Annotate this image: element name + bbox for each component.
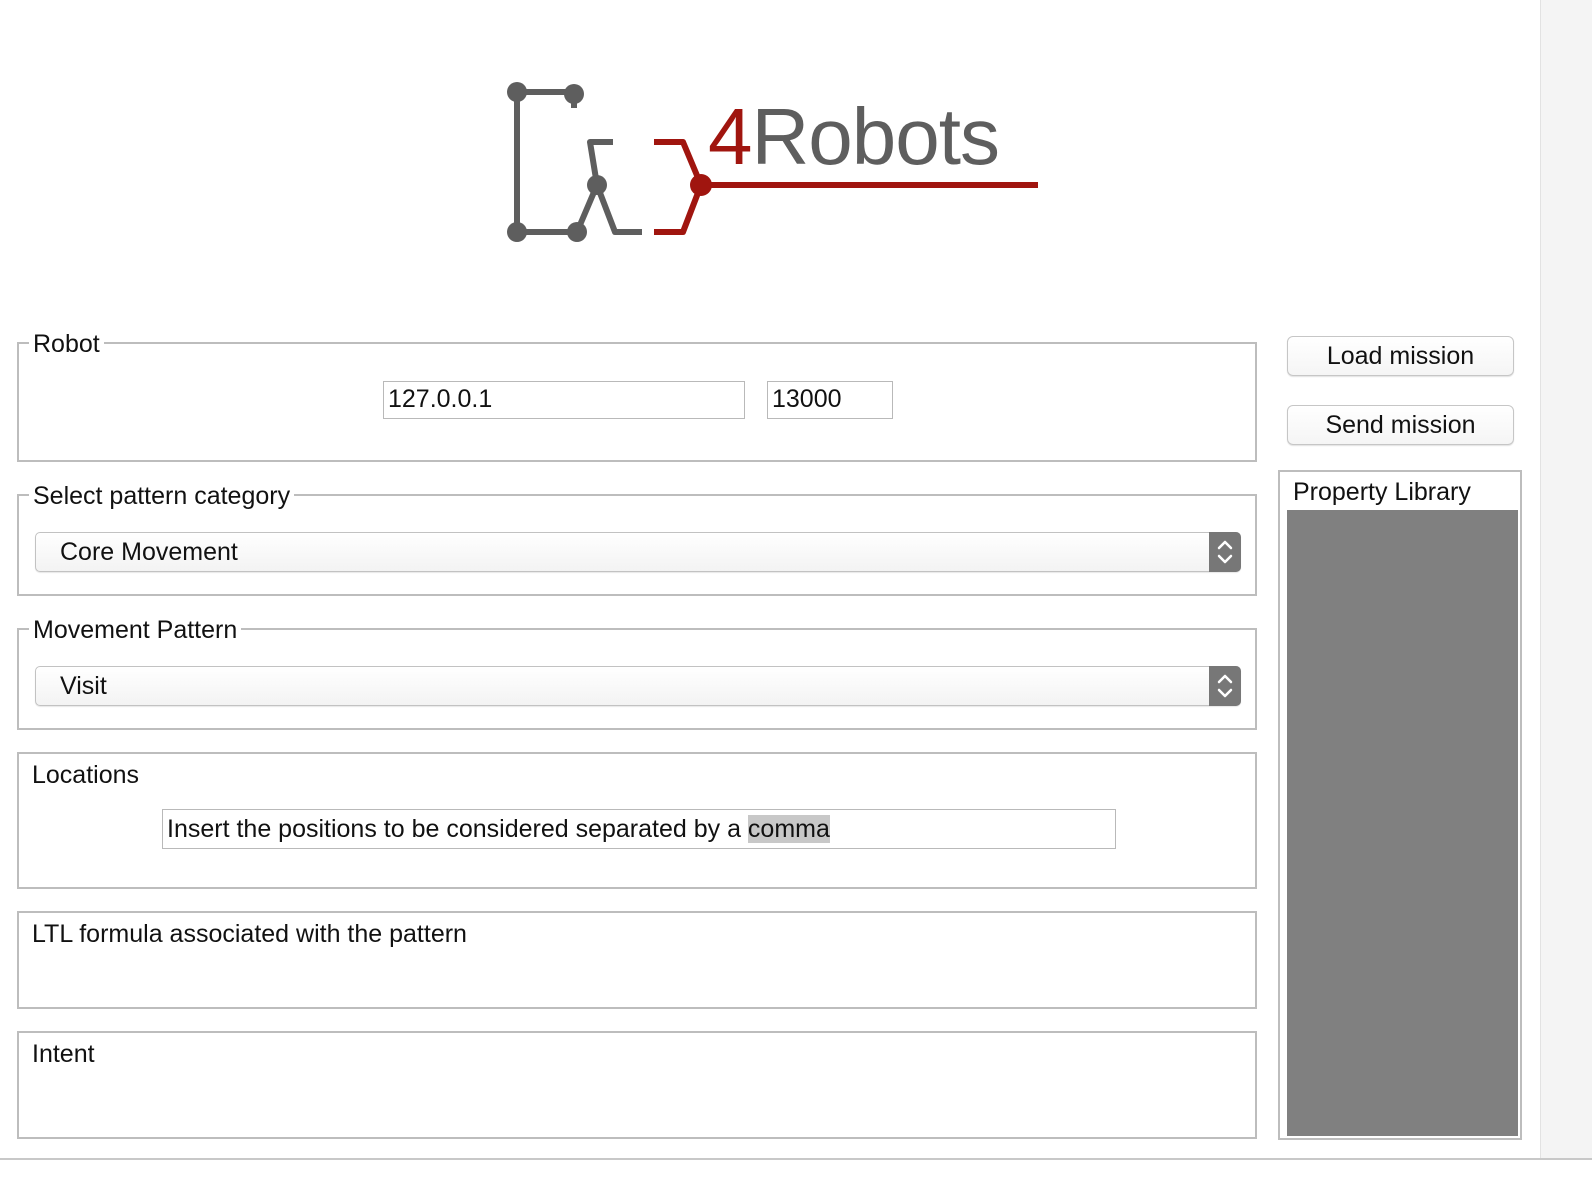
app-logo: 4Robots xyxy=(490,70,1050,260)
window-bottom-edge xyxy=(0,1158,1592,1182)
pattern-category-select[interactable]: Core Movement xyxy=(35,532,1241,572)
robot-legend: Robot xyxy=(29,329,104,359)
property-library-panel: Property Library xyxy=(1278,470,1522,1140)
logo-text: 4Robots xyxy=(708,92,1000,182)
locations-input-text: Insert the positions to be considered se… xyxy=(167,815,748,843)
ltl-formula-title: LTL formula associated with the pattern xyxy=(32,920,467,948)
port-input[interactable]: 13000 xyxy=(767,381,893,419)
movement-pattern-legend: Movement Pattern xyxy=(29,615,242,645)
pattern-category-legend: Select pattern category xyxy=(29,481,295,511)
locations-title: Locations xyxy=(32,761,140,789)
ip-address-input[interactable]: 127.0.0.1 xyxy=(383,381,745,419)
movement-pattern-group: Movement Pattern Visit xyxy=(17,615,1257,730)
load-mission-button[interactable]: Load mission xyxy=(1287,336,1514,376)
pattern-category-group: Select pattern category Core Movement xyxy=(17,481,1257,596)
logo-word: Robots xyxy=(751,92,1000,181)
intent-panel: Intent xyxy=(17,1031,1257,1139)
chevron-up-down-icon[interactable] xyxy=(1209,532,1241,572)
window-right-edge xyxy=(1540,0,1592,1160)
locations-input-selection: comma xyxy=(747,815,830,843)
ltl-formula-panel: LTL formula associated with the pattern xyxy=(17,911,1257,1009)
send-mission-button[interactable]: Send mission xyxy=(1287,405,1514,445)
intent-title: Intent xyxy=(32,1040,95,1068)
robot-group: Robot 127.0.0.1 13000 xyxy=(17,329,1257,462)
property-library-list[interactable] xyxy=(1287,510,1518,1136)
logo-digit: 4 xyxy=(708,92,752,181)
pattern-category-selected: Core Movement xyxy=(60,538,238,566)
property-library-title: Property Library xyxy=(1293,478,1471,506)
locations-panel: Locations Insert the positions to be con… xyxy=(17,752,1257,889)
movement-pattern-selected: Visit xyxy=(60,672,107,700)
locations-input[interactable]: Insert the positions to be considered se… xyxy=(162,809,1116,849)
chevron-up-down-icon[interactable] xyxy=(1209,666,1241,706)
movement-pattern-select[interactable]: Visit xyxy=(35,666,1241,706)
